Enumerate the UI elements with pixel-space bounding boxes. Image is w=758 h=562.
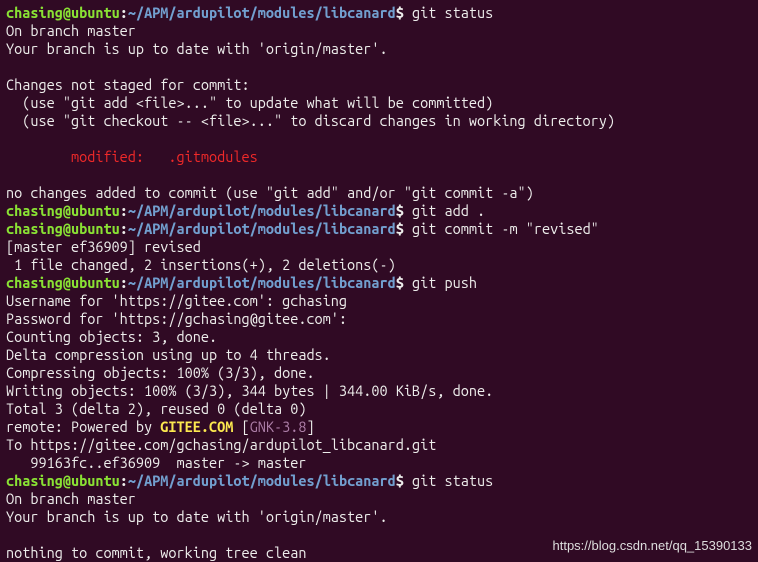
output-line: Changes not staged for commit: <box>6 76 752 94</box>
prompt-at: @ <box>63 472 71 489</box>
watermark-text: https://blog.csdn.net/qq_15390133 <box>553 537 753 555</box>
prompt-host: ubuntu <box>71 220 120 237</box>
prompt-path: ~/APM/ardupilot/modules/libcanard <box>128 202 396 219</box>
prompt-at: @ <box>63 274 71 291</box>
output-line: (use "git checkout -- <file>..." to disc… <box>6 112 752 130</box>
prompt-line: chasing@ubuntu:~/APM/ardupilot/modules/l… <box>6 220 752 238</box>
terminal-output[interactable]: chasing@ubuntu:~/APM/ardupilot/modules/l… <box>6 4 752 562</box>
prompt-path: ~/APM/ardupilot/modules/libcanard <box>128 220 396 237</box>
prompt-line: chasing@ubuntu:~/APM/ardupilot/modules/l… <box>6 4 752 22</box>
prompt-user: chasing <box>6 4 63 21</box>
output-remote: remote: Powered by GITEE.COM [GNK-3.8] <box>6 418 752 436</box>
output-blank <box>6 58 752 76</box>
prompt-host: ubuntu <box>71 472 120 489</box>
prompt-host: ubuntu <box>71 4 120 21</box>
output-line: Delta compression using up to 4 threads. <box>6 346 752 364</box>
prompt-line: chasing@ubuntu:~/APM/ardupilot/modules/l… <box>6 202 752 220</box>
prompt-path: ~/APM/ardupilot/modules/libcanard <box>128 472 396 489</box>
prompt-dollar: $ <box>396 274 404 291</box>
prompt-user: chasing <box>6 274 63 291</box>
command-text: git status <box>412 472 493 489</box>
prompt-dollar: $ <box>396 4 404 21</box>
prompt-host: ubuntu <box>71 274 120 291</box>
output-line: Writing objects: 100% (3/3), 344 bytes |… <box>6 382 752 400</box>
prompt-path: ~/APM/ardupilot/modules/libcanard <box>128 274 396 291</box>
output-blank <box>6 166 752 184</box>
prompt-dollar: $ <box>396 472 404 489</box>
output-line: (use "git add <file>..." to update what … <box>6 94 752 112</box>
prompt-colon: : <box>120 472 128 489</box>
output-line: On branch master <box>6 22 752 40</box>
command-text: git push <box>412 274 477 291</box>
prompt-at: @ <box>63 202 71 219</box>
output-line: [master ef36909] revised <box>6 238 752 256</box>
prompt-line: chasing@ubuntu:~/APM/ardupilot/modules/l… <box>6 472 752 490</box>
output-line: Counting objects: 3, done. <box>6 328 752 346</box>
output-line: 1 file changed, 2 insertions(+), 2 delet… <box>6 256 752 274</box>
output-line: no changes added to commit (use "git add… <box>6 184 752 202</box>
prompt-path: ~/APM/ardupilot/modules/libcanard <box>128 4 396 21</box>
prompt-colon: : <box>120 274 128 291</box>
command-text: git add . <box>412 202 485 219</box>
output-line: 99163fc..ef36909 master -> master <box>6 454 752 472</box>
prompt-at: @ <box>63 4 71 21</box>
prompt-user: chasing <box>6 202 63 219</box>
prompt-colon: : <box>120 220 128 237</box>
prompt-at: @ <box>63 220 71 237</box>
output-line: Your branch is up to date with 'origin/m… <box>6 40 752 58</box>
prompt-colon: : <box>120 202 128 219</box>
output-line: Your branch is up to date with 'origin/m… <box>6 508 752 526</box>
output-line: Compressing objects: 100% (3/3), done. <box>6 364 752 382</box>
prompt-user: chasing <box>6 220 63 237</box>
output-line: On branch master <box>6 490 752 508</box>
output-line: To https://gitee.com/gchasing/ardupilot_… <box>6 436 752 454</box>
output-line: modified: .gitmodules <box>6 148 752 166</box>
command-text: git commit -m "revised" <box>412 220 599 237</box>
output-line: Username for 'https://gitee.com': gchasi… <box>6 292 752 310</box>
prompt-user: chasing <box>6 472 63 489</box>
output-line: Password for 'https://gchasing@gitee.com… <box>6 310 752 328</box>
output-blank <box>6 130 752 148</box>
prompt-colon: : <box>120 4 128 21</box>
prompt-dollar: $ <box>396 202 404 219</box>
prompt-line: chasing@ubuntu:~/APM/ardupilot/modules/l… <box>6 274 752 292</box>
command-text: git status <box>412 4 493 21</box>
prompt-host: ubuntu <box>71 202 120 219</box>
prompt-dollar: $ <box>396 220 404 237</box>
output-line: Total 3 (delta 2), reused 0 (delta 0) <box>6 400 752 418</box>
